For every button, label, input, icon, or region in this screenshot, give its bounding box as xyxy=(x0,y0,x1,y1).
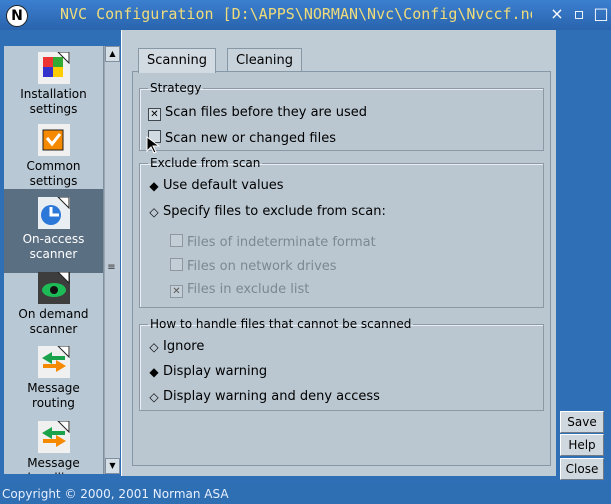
sidebar-item-on-demand-scanner[interactable]: On demand scanner xyxy=(4,271,103,337)
scan-new-changed-label: Scan new or changed files xyxy=(165,131,336,146)
tab-scanning[interactable]: Scanning xyxy=(138,48,216,73)
norman-app-icon[interactable]: N xyxy=(6,5,28,27)
on-demand-scanner-icon xyxy=(37,271,70,304)
status-bar: Copyright © 2000, 2001 Norman ASA xyxy=(0,484,611,504)
exclude-list-label: Files in exclude list xyxy=(187,282,310,297)
handling-legend: How to handle files that cannot be scann… xyxy=(150,317,412,331)
sidebar-scrollbar[interactable]: ▲ ≡ ▼ xyxy=(104,46,120,474)
sidebar-label: Message xyxy=(27,456,80,470)
title-bar: N NVC Configuration [D:\APPS\NORMAN\Nvc\… xyxy=(0,0,611,30)
scan-before-used-row[interactable]: ✕ Scan files before they are used xyxy=(148,105,367,121)
network-drives-checkbox xyxy=(170,258,183,271)
exclude-list-checkbox: ✕ xyxy=(170,285,183,298)
network-drives-label: Files on network drives xyxy=(187,259,337,274)
scan-before-used-checkbox[interactable]: ✕ xyxy=(148,108,161,121)
sidebar-item-common-settings[interactable]: Common settings xyxy=(4,124,103,189)
use-default-radio[interactable]: ◆ xyxy=(148,180,160,192)
common-settings-icon xyxy=(37,124,70,156)
tab-content: Strategy ✕ Scan files before they are use… xyxy=(132,71,551,466)
use-default-label: Use default values xyxy=(163,178,284,193)
deny-access-row[interactable]: ◇ Display warning and deny access xyxy=(148,389,380,404)
sidebar-label: settings xyxy=(29,102,78,116)
strategy-group: Strategy ✕ Scan files before they are use… xyxy=(139,81,544,151)
installation-icon xyxy=(37,51,70,84)
ignore-row[interactable]: ◇ Ignore xyxy=(148,339,204,354)
maximize-icon[interactable]: □ xyxy=(592,5,610,23)
settings-panel: Scanning Cleaning Strategy ✕ Scan files b… xyxy=(121,30,556,476)
exclude-legend: Exclude from scan xyxy=(150,156,261,170)
help-button[interactable]: Help xyxy=(560,434,604,456)
message-handling-icon xyxy=(37,420,70,453)
close-icon[interactable]: × xyxy=(548,5,566,23)
close-button[interactable]: Close xyxy=(560,458,604,480)
sidebar-label: scanner xyxy=(29,322,78,336)
scroll-up-icon[interactable]: ▲ xyxy=(105,46,120,62)
deny-access-label: Display warning and deny access xyxy=(163,389,380,404)
exclude-list-row: ✕ Files in exclude list xyxy=(170,282,309,298)
display-warning-label: Display warning xyxy=(163,364,268,379)
use-default-row[interactable]: ◆ Use default values xyxy=(148,178,284,193)
sidebar: Installation settings Common settings On… xyxy=(4,46,104,474)
specify-files-radio[interactable]: ◇ xyxy=(148,206,160,218)
exclude-group: Exclude from scan ◆ Use default values ◇ S… xyxy=(139,156,544,308)
specify-files-row[interactable]: ◇ Specify files to exclude from scan: xyxy=(148,204,386,219)
sidebar-label: Common xyxy=(26,159,81,173)
sidebar-item-installation-settings[interactable]: Installation settings xyxy=(4,51,103,117)
window-title: NVC Configuration [D:\APPS\NORMAN\Nvc\Co… xyxy=(60,5,532,23)
sidebar-item-on-access-scanner[interactable]: On-access scanner xyxy=(4,189,103,273)
display-warning-radio[interactable]: ◆ xyxy=(148,366,160,378)
sidebar-item-message-routing[interactable]: Message routing xyxy=(4,345,103,411)
network-drives-row: Files on network drives xyxy=(170,258,337,274)
sidebar-label: On demand xyxy=(18,307,89,321)
mouse-pointer-icon xyxy=(146,136,161,154)
handling-group: How to handle files that cannot be scann… xyxy=(139,317,544,411)
specify-files-label: Specify files to exclude from scan: xyxy=(163,204,386,219)
scan-before-used-label: Scan files before they are used xyxy=(165,105,367,120)
on-access-scanner-icon xyxy=(37,196,70,229)
scroll-down-icon[interactable]: ▼ xyxy=(105,458,120,474)
sidebar-label: On-access xyxy=(22,232,85,246)
indeterminate-checkbox xyxy=(170,234,183,247)
tab-cleaning[interactable]: Cleaning xyxy=(227,48,302,73)
sidebar-label: routing xyxy=(32,396,75,410)
sidebar-label: scanner xyxy=(29,247,78,261)
scan-new-changed-row[interactable]: Scan new or changed files xyxy=(148,130,336,146)
scroll-thumb[interactable]: ≡ xyxy=(105,262,118,274)
sidebar-item-message-handling[interactable]: Message handling xyxy=(4,420,103,474)
message-routing-icon xyxy=(37,345,70,378)
ignore-label: Ignore xyxy=(163,339,205,354)
display-warning-row[interactable]: ◆ Display warning xyxy=(148,364,267,379)
sidebar-label: settings xyxy=(29,174,78,188)
indeterminate-row: Files of indeterminate format xyxy=(170,234,376,250)
ignore-radio[interactable]: ◇ xyxy=(148,341,160,353)
save-button[interactable]: Save xyxy=(560,411,604,433)
strategy-legend: Strategy xyxy=(150,81,202,95)
sidebar-label: handling xyxy=(4,471,103,474)
indeterminate-label: Files of indeterminate format xyxy=(187,235,376,250)
restore-icon[interactable]: ▫ xyxy=(570,5,588,23)
sidebar-label: Message xyxy=(27,381,80,395)
sidebar-label: Installation xyxy=(20,87,87,101)
right-panel xyxy=(556,30,611,476)
deny-access-radio[interactable]: ◇ xyxy=(148,391,160,403)
